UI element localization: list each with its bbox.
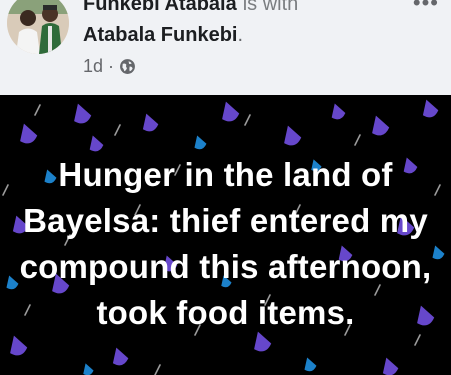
raindrop: [222, 101, 240, 122]
rain-streak: [114, 124, 121, 136]
raindrop: [304, 357, 317, 372]
raindrop: [382, 357, 399, 375]
meta-separator: ·: [108, 56, 115, 76]
post-meta: 1d ·: [83, 56, 136, 76]
post-header: Funkebi Atabala is with Atabala Funkebi. …: [0, 0, 451, 95]
tagged-line: Atabala Funkebi.: [83, 24, 243, 46]
rain-streak: [354, 134, 361, 146]
post-body: Hunger in the land of Bayelsa: thief ent…: [0, 95, 451, 375]
author-name[interactable]: Funkebi Atabala: [83, 0, 237, 15]
raindrop: [331, 103, 346, 120]
raindrop: [83, 363, 94, 375]
rain-streak: [154, 364, 161, 375]
raindrop: [89, 135, 104, 152]
raindrop: [284, 125, 302, 146]
more-options-icon[interactable]: •••: [413, 0, 439, 14]
author-avatar[interactable]: [7, 0, 69, 54]
author-line: Funkebi Atabala is with: [83, 0, 298, 15]
post-time[interactable]: 1d: [83, 56, 103, 76]
raindrop: [372, 115, 390, 136]
with-text: is with: [242, 0, 299, 15]
raindrop: [112, 347, 129, 366]
raindrop: [422, 99, 439, 118]
rain-streak: [414, 334, 421, 346]
avatar-photo: [7, 0, 69, 54]
raindrop: [74, 103, 92, 124]
raindrop: [142, 113, 159, 132]
raindrop: [10, 335, 28, 356]
raindrop: [20, 123, 38, 144]
tagged-user[interactable]: Atabala Funkebi: [83, 24, 237, 46]
tag-end: .: [237, 24, 244, 46]
globe-icon[interactable]: [119, 58, 136, 75]
post-text: Hunger in the land of Bayelsa: thief ent…: [19, 156, 432, 331]
rain-streak: [34, 104, 41, 116]
rain-streak: [244, 114, 251, 126]
raindrop: [194, 135, 207, 150]
